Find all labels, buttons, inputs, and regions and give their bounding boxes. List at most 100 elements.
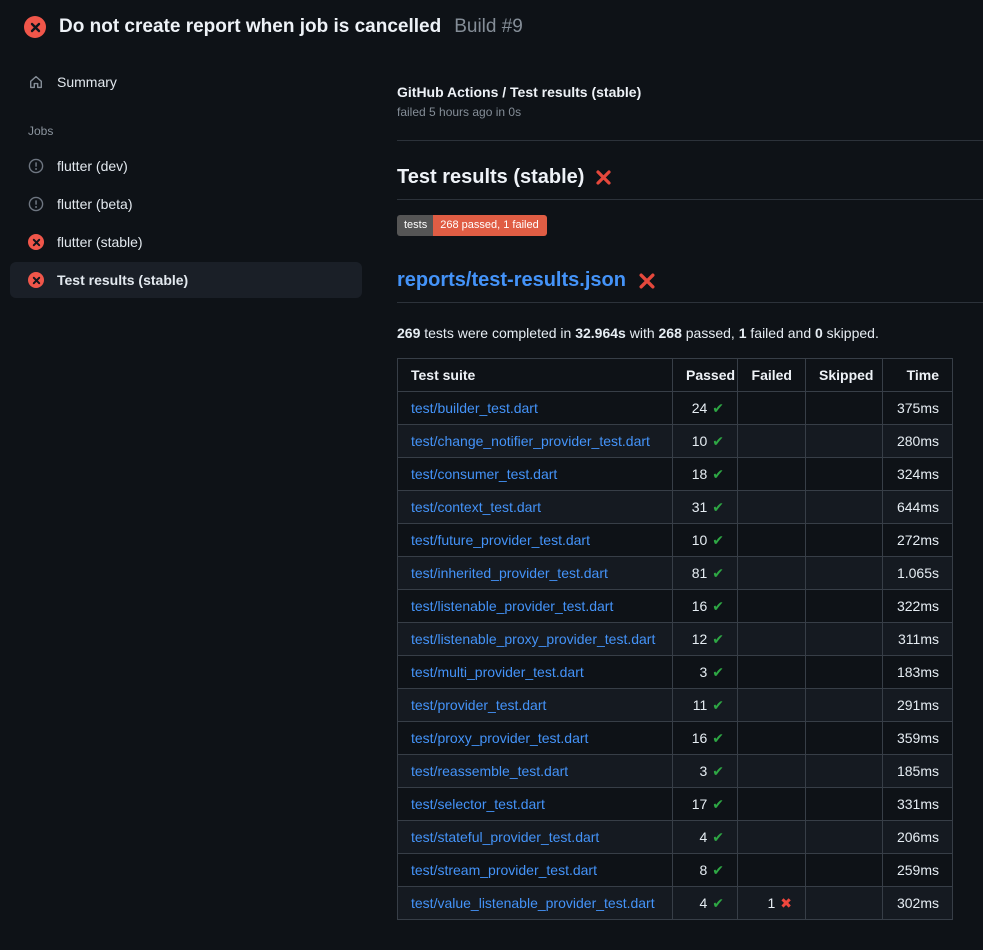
time-cell: 259ms xyxy=(883,854,953,887)
total-count: 269 xyxy=(397,325,420,341)
sidebar-item-job[interactable]: flutter (dev) xyxy=(10,148,362,184)
count-value: 16 xyxy=(692,730,708,746)
count-value: 16 xyxy=(692,598,708,614)
table-row: test/consumer_test.dart 18✔ 324ms xyxy=(398,458,953,491)
test-suite-link[interactable]: test/context_test.dart xyxy=(411,499,541,515)
page-header: Do not create report when job is cancell… xyxy=(0,0,983,50)
summary-line: 269 tests were completed in 32.964s with… xyxy=(397,325,983,341)
passed-cell: 24✔ xyxy=(673,392,738,425)
failed-cell xyxy=(738,788,806,821)
count-value: 81 xyxy=(692,565,708,581)
test-suite-link[interactable]: test/reassemble_test.dart xyxy=(411,763,568,779)
test-suite-link[interactable]: test/consumer_test.dart xyxy=(411,466,557,482)
test-suite-link[interactable]: test/provider_test.dart xyxy=(411,697,546,713)
sidebar-item-job[interactable]: flutter (stable) xyxy=(10,224,362,260)
skipped-cell xyxy=(806,458,883,491)
table-row: test/provider_test.dart11✔291ms xyxy=(398,689,953,722)
test-suite-link[interactable]: test/future_provider_test.dart xyxy=(411,532,590,548)
skipped-cell xyxy=(806,755,883,788)
time-cell: 324ms xyxy=(883,458,953,491)
time-cell: 375ms xyxy=(883,392,953,425)
test-suite-cell: test/context_test.dart xyxy=(398,491,673,524)
test-suite-cell: test/listenable_proxy_provider_test.dart xyxy=(398,623,673,656)
test-suite-cell: test/proxy_provider_test.dart xyxy=(398,722,673,755)
skipped-cell xyxy=(806,491,883,524)
sidebar-item-job[interactable]: flutter (beta) xyxy=(10,186,362,222)
passed-cell: 3✔ xyxy=(673,656,738,689)
test-suite-link[interactable]: test/builder_test.dart xyxy=(411,400,538,416)
table-head: Test suitePassedFailedSkippedTime xyxy=(398,359,953,392)
test-suite-link[interactable]: test/proxy_provider_test.dart xyxy=(411,730,588,746)
count-value: 8 xyxy=(699,862,707,878)
failed-cross-icon xyxy=(638,272,656,290)
test-suite-cell: test/change_notifier_provider_test.dart xyxy=(398,425,673,458)
time-cell: 331ms xyxy=(883,788,953,821)
sidebar: Summary Jobs flutter (dev)flutter (beta)… xyxy=(0,62,372,300)
report-title-link[interactable]: reports/test-results.json xyxy=(397,269,626,292)
count-value: 24 xyxy=(692,400,708,416)
cross-icon: ✖ xyxy=(780,896,792,912)
skipped-cell xyxy=(806,821,883,854)
table-row: test/listenable_provider_test.dart16✔322… xyxy=(398,590,953,623)
count-value: 12 xyxy=(692,631,708,647)
passed-cell: 8✔ xyxy=(673,854,738,887)
count-value: 3 xyxy=(699,664,707,680)
failed-cell xyxy=(738,623,806,656)
test-suite-link[interactable]: test/listenable_provider_test.dart xyxy=(411,598,613,614)
count-value: 18 xyxy=(692,466,708,482)
table-row: test/change_notifier_provider_test.dart1… xyxy=(398,425,953,458)
breadcrumb: GitHub Actions / Test results (stable) xyxy=(397,84,983,100)
count-value: 1 xyxy=(767,895,775,911)
check-icon: ✔ xyxy=(712,500,724,516)
sidebar-item-summary[interactable]: Summary xyxy=(10,64,362,100)
count-value: 17 xyxy=(692,796,708,812)
skipped-cell xyxy=(806,590,883,623)
column-header: Skipped xyxy=(806,359,883,392)
time-cell: 291ms xyxy=(883,689,953,722)
sidebar-item-job[interactable]: Test results (stable) xyxy=(10,262,362,298)
check-icon: ✔ xyxy=(712,764,724,780)
skipped-cell xyxy=(806,524,883,557)
passed-cell: 12✔ xyxy=(673,623,738,656)
check-icon: ✔ xyxy=(712,467,724,483)
skipped-cell xyxy=(806,425,883,458)
passed-count: 268 xyxy=(659,325,682,341)
test-suite-link[interactable]: test/multi_provider_test.dart xyxy=(411,664,584,680)
check-icon: ✔ xyxy=(712,665,724,681)
job-neutral-icon xyxy=(28,158,44,174)
time-cell: 302ms xyxy=(883,887,953,920)
report-title-row: reports/test-results.json xyxy=(397,236,983,303)
badge-label: tests xyxy=(397,215,433,236)
column-header: Test suite xyxy=(398,359,673,392)
test-suite-link[interactable]: test/change_notifier_provider_test.dart xyxy=(411,433,650,449)
skipped-count: 0 xyxy=(815,325,823,341)
test-suite-link[interactable]: test/stateful_provider_test.dart xyxy=(411,829,599,845)
test-suite-cell: test/multi_provider_test.dart xyxy=(398,656,673,689)
failed-count: 1 xyxy=(739,325,747,341)
failed-cross-icon xyxy=(595,169,612,186)
job-failed-icon xyxy=(28,234,44,250)
check-icon: ✔ xyxy=(712,830,724,846)
test-suite-cell: test/provider_test.dart xyxy=(398,689,673,722)
table-row: test/selector_test.dart 17✔ 331ms xyxy=(398,788,953,821)
test-suite-cell: test/listenable_provider_test.dart xyxy=(398,590,673,623)
table-row: test/listenable_proxy_provider_test.dart… xyxy=(398,623,953,656)
check-icon: ✔ xyxy=(712,797,724,813)
table-row: test/context_test.dart31✔644ms xyxy=(398,491,953,524)
test-suite-link[interactable]: test/inherited_provider_test.dart xyxy=(411,565,608,581)
sidebar-item-label: flutter (stable) xyxy=(57,234,143,250)
time-cell: 185ms xyxy=(883,755,953,788)
test-suite-link[interactable]: test/value_listenable_provider_test.dart xyxy=(411,895,655,911)
job-failed-icon xyxy=(28,272,44,288)
check-icon: ✔ xyxy=(712,698,724,714)
report-link[interactable]: reports/test-results.json xyxy=(397,269,626,291)
sidebar-item-label: Summary xyxy=(57,74,117,90)
sidebar-item-label: flutter (beta) xyxy=(57,196,132,212)
skipped-cell xyxy=(806,854,883,887)
test-suite-cell: test/inherited_provider_test.dart xyxy=(398,557,673,590)
test-suite-link[interactable]: test/stream_provider_test.dart xyxy=(411,862,597,878)
skipped-cell xyxy=(806,656,883,689)
check-icon: ✔ xyxy=(712,896,724,912)
test-suite-link[interactable]: test/listenable_proxy_provider_test.dart xyxy=(411,631,655,647)
test-suite-link[interactable]: test/selector_test.dart xyxy=(411,796,545,812)
